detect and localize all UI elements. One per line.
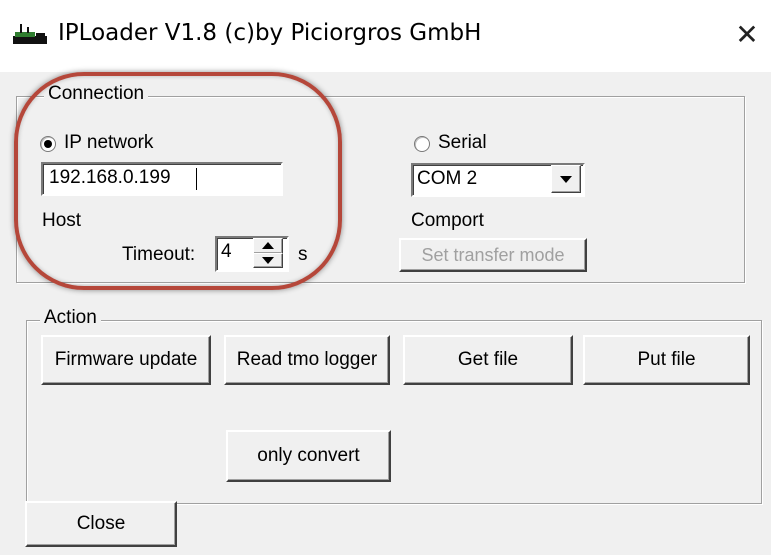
- ip-network-label[interactable]: IP network: [64, 132, 153, 154]
- timeout-label: Timeout:: [122, 244, 196, 265]
- put-file-button[interactable]: Put file: [583, 335, 750, 385]
- host-input[interactable]: 192.168.0.199: [41, 162, 283, 196]
- firmware-update-button[interactable]: Firmware update: [41, 335, 211, 385]
- text-caret: [196, 168, 197, 190]
- spin-down-button[interactable]: [253, 253, 283, 268]
- comport-select[interactable]: COM 2: [411, 163, 585, 197]
- connection-legend: Connection: [44, 83, 149, 105]
- host-input-value: 192.168.0.199: [49, 167, 171, 188]
- comport-label: Comport: [411, 210, 484, 231]
- timeout-value: 4: [221, 241, 232, 262]
- title-bar: IPLoader V1.8 (c)by Piciorgros GmbH ✕: [0, 0, 771, 72]
- action-legend: Action: [40, 307, 101, 329]
- arrow-up-icon: [262, 242, 274, 249]
- window-title: IPLoader V1.8 (c)by Piciorgros GmbH: [58, 20, 482, 46]
- comport-dropdown-button[interactable]: [551, 165, 581, 193]
- only-convert-button[interactable]: only convert: [226, 430, 391, 482]
- spin-up-button[interactable]: [253, 238, 283, 254]
- timeout-unit-label: s: [298, 244, 308, 265]
- serial-radio[interactable]: [414, 136, 430, 152]
- serial-label[interactable]: Serial: [438, 132, 487, 154]
- host-label: Host: [42, 210, 82, 231]
- ip-network-radio[interactable]: [40, 136, 56, 152]
- chevron-down-icon: [560, 176, 572, 183]
- network-device-icon: [13, 24, 47, 44]
- set-transfer-mode-button[interactable]: Set transfer mode: [399, 238, 587, 272]
- comport-value: COM 2: [417, 168, 478, 189]
- window-close-icon[interactable]: ✕: [730, 18, 764, 52]
- read-tmo-logger-button[interactable]: Read tmo logger: [224, 335, 390, 385]
- get-file-button[interactable]: Get file: [403, 335, 573, 385]
- radio-selected-dot: [44, 140, 52, 148]
- arrow-down-icon: [262, 257, 274, 264]
- close-button[interactable]: Close: [25, 501, 177, 547]
- timeout-spinbox[interactable]: 4: [215, 236, 289, 272]
